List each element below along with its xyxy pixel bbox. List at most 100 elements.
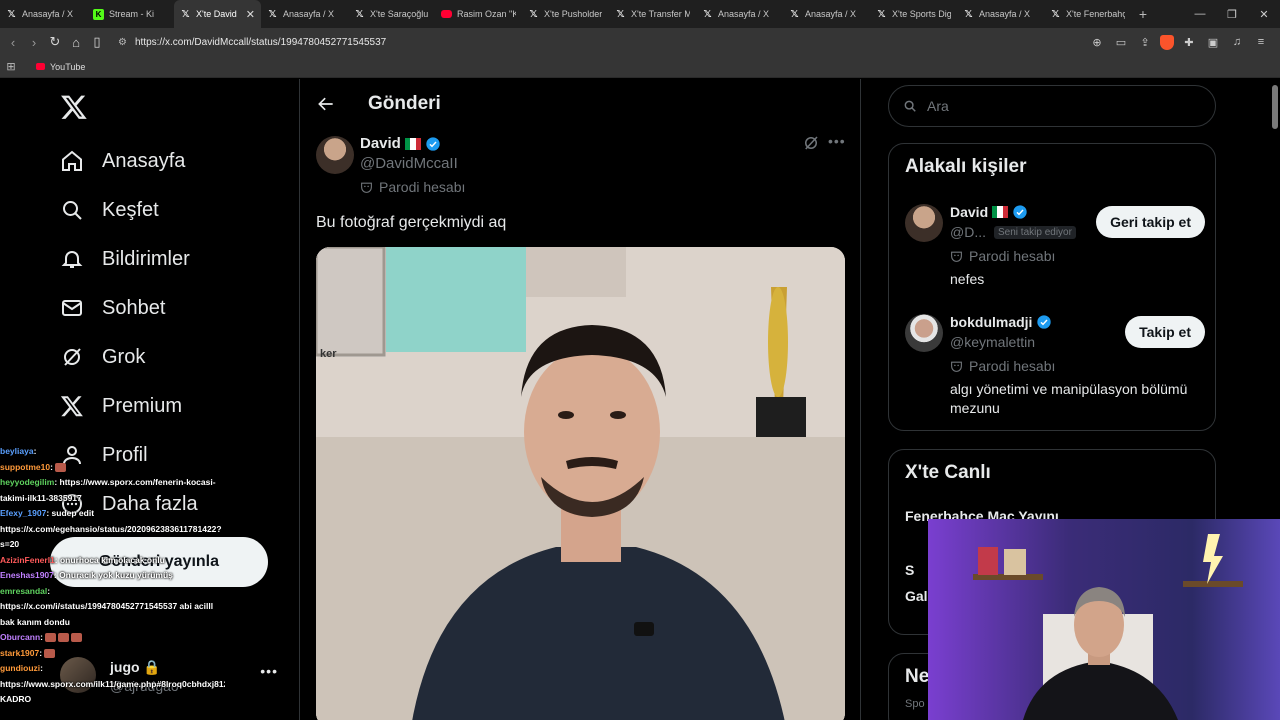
chat-message: heyyodegilim: https://www.sporx.com/fene…: [0, 477, 216, 503]
x-logo-icon: 𝕏: [181, 8, 190, 20]
address-bar-url: https://x.com/DavidMccall/status/1994780…: [134, 36, 387, 48]
live-item[interactable]: S: [905, 562, 914, 578]
browser-tab[interactable]: 𝕏 Anasayfa / X: [957, 0, 1044, 28]
browser-tab[interactable]: 𝕏 X'te Fenerbahç: [1044, 0, 1131, 28]
apps-grid-icon[interactable]: ⊞: [0, 60, 22, 73]
zoom-icon[interactable]: ⊕: [1088, 36, 1106, 49]
extensions-icon[interactable]: ✚: [1180, 36, 1198, 49]
bookmark-icon[interactable]: ▯: [87, 34, 107, 50]
back-icon[interactable]: ‹: [3, 35, 23, 50]
follows-you-badge: Seni takip ediyor: [994, 225, 1076, 239]
grok-icon[interactable]: [802, 134, 820, 152]
x-logo-icon: 𝕏: [1051, 8, 1060, 20]
more-dots-icon[interactable]: •••: [828, 133, 846, 149]
chat-message: beyliaya:: [0, 446, 37, 456]
more-dots-icon[interactable]: •••: [260, 663, 278, 679]
x-logo-icon: 𝕏: [877, 8, 886, 20]
maximize-icon[interactable]: ❐: [1216, 8, 1248, 21]
nav-grok[interactable]: Grok: [60, 342, 145, 372]
trend-category: Spo: [905, 698, 925, 710]
x-logo-icon: 𝕏: [616, 8, 625, 20]
youtube-icon: [36, 63, 45, 70]
browser-tab[interactable]: 𝕏 Anasayfa / X: [783, 0, 870, 28]
browser-tab[interactable]: 𝕏 Anasayfa / X: [0, 0, 87, 28]
webcam-overlay: [928, 519, 1280, 720]
person-name: David: [950, 204, 1028, 220]
x-logo-icon: 𝕏: [7, 8, 16, 20]
related-person[interactable]: David @D... Seni takip ediyor Parodi hes…: [905, 204, 1205, 294]
chat-message: suppotme10:: [0, 460, 225, 476]
browser-tab[interactable]: 𝕏 X'te Transfer M: [609, 0, 696, 28]
chat-message: AzizinFenerl1: onurhoca kim olacak onlu: [0, 554, 165, 565]
author-avatar[interactable]: [316, 136, 354, 174]
brave-shield-icon[interactable]: [1160, 34, 1174, 50]
page-scrollbar[interactable]: [1272, 85, 1278, 129]
media-icon[interactable]: ♫: [1228, 36, 1246, 48]
x-logo-icon[interactable]: [60, 93, 88, 121]
chat-message: Eneshas1907: Onuracık yok kuzu yürümüş: [0, 570, 173, 580]
chat-message: stark1907:: [0, 646, 225, 662]
italy-flag-icon: [404, 137, 421, 150]
browser-tab[interactable]: K Stream - Ki: [87, 0, 174, 28]
x-logo-icon: 𝕏: [964, 8, 973, 20]
related-people-card: Alakalı kişiler David @D... Seni takip e…: [888, 143, 1216, 431]
person-handle: @keymalettin: [950, 334, 1036, 350]
home-icon: [62, 150, 82, 171]
bookmark-youtube[interactable]: YouTube: [36, 62, 85, 72]
live-item[interactable]: Gal: [905, 588, 928, 604]
nav-home[interactable]: Anasayfa: [60, 146, 185, 176]
close-tab-icon[interactable]: ✕: [246, 8, 255, 21]
nav-chat[interactable]: Sohbet: [60, 293, 165, 323]
follow-button[interactable]: Takip et: [1125, 316, 1205, 348]
menu-icon[interactable]: ≡: [1252, 36, 1270, 48]
share-icon[interactable]: ⇪: [1136, 36, 1154, 49]
address-bar[interactable]: ⚙ https://x.com/DavidMccall/status/19947…: [112, 31, 1130, 53]
italy-flag-icon: [992, 206, 1009, 218]
browser-tab[interactable]: 𝕏 Anasayfa / X: [696, 0, 783, 28]
x-page: Anasayfa Keşfet Bildirimler Sohbet Grok …: [0, 79, 1280, 720]
emote-icon: [58, 633, 70, 643]
author-handle[interactable]: @DavidMccaII: [360, 155, 458, 172]
browser-tab[interactable]: 𝕏 X'te Sports Dig: [870, 0, 957, 28]
browser-tab-active[interactable]: 𝕏 X'te David ✕: [174, 0, 261, 28]
search-input[interactable]: Ara: [927, 98, 949, 114]
nav-premium[interactable]: Premium: [60, 391, 182, 421]
x-logo-icon: 𝕏: [790, 8, 799, 20]
follow-back-button[interactable]: Geri takip et: [1096, 206, 1205, 238]
parody-label: Parodi hesabı: [950, 248, 1055, 264]
minimize-icon[interactable]: —: [1184, 8, 1216, 20]
reload-icon[interactable]: ↻: [45, 34, 65, 50]
post-media[interactable]: ker: [316, 247, 845, 720]
cast-icon[interactable]: ▭: [1112, 36, 1130, 49]
chat-message: gundiouzi: https://www.sporx.com/ilk11/g…: [0, 663, 225, 704]
chat-message: emresandal: https://x.com/i/status/19947…: [0, 585, 214, 627]
avatar: [905, 314, 943, 352]
search-icon: [63, 201, 82, 220]
post-text: Bu fotoğraf gerçekmiydi aq: [316, 214, 507, 231]
emote-icon: [44, 648, 56, 658]
search-box[interactable]: Ara: [888, 85, 1216, 127]
toolbar-actions: ⊕ ▭ ⇪ ✚ ▣ ♫ ≡: [1088, 28, 1270, 56]
envelope-icon: [62, 300, 82, 316]
nav-explore[interactable]: Keşfet: [60, 195, 159, 225]
new-tab-icon[interactable]: +: [1131, 6, 1155, 22]
card-title: X'te Canlı: [905, 462, 991, 483]
parody-mask-icon: [951, 251, 962, 262]
sidebar-icon[interactable]: ▣: [1204, 36, 1222, 49]
browser-tab[interactable]: 𝕏 X'te Saraçoğlu: [348, 0, 435, 28]
close-window-icon[interactable]: ✕: [1248, 8, 1280, 21]
browser-tab-strip: 𝕏 Anasayfa / X K Stream - Ki 𝕏 X'te David ✕ …: [0, 0, 1280, 28]
site-settings-icon[interactable]: ⚙: [118, 37, 127, 48]
back-arrow-icon[interactable]: [316, 94, 336, 114]
browser-tab[interactable]: 𝕏 Anasayfa / X: [261, 0, 348, 28]
person-handle: @D... Seni takip ediyor: [950, 224, 1076, 240]
nav-notifications[interactable]: Bildirimler: [60, 244, 190, 274]
home-browser-icon[interactable]: ⌂: [66, 35, 86, 50]
chat-message: Oburcann:: [0, 630, 225, 646]
browser-tab[interactable]: Rasim Ozan "K: [435, 0, 522, 28]
forward-icon[interactable]: ›: [24, 35, 44, 50]
author-name[interactable]: David: [360, 135, 441, 152]
parody-mask-icon: [951, 361, 962, 372]
related-person[interactable]: bokdulmadji @keymalettin Parodi hesabı a…: [905, 314, 1205, 424]
browser-tab[interactable]: 𝕏 X'te Pusholder: [522, 0, 609, 28]
